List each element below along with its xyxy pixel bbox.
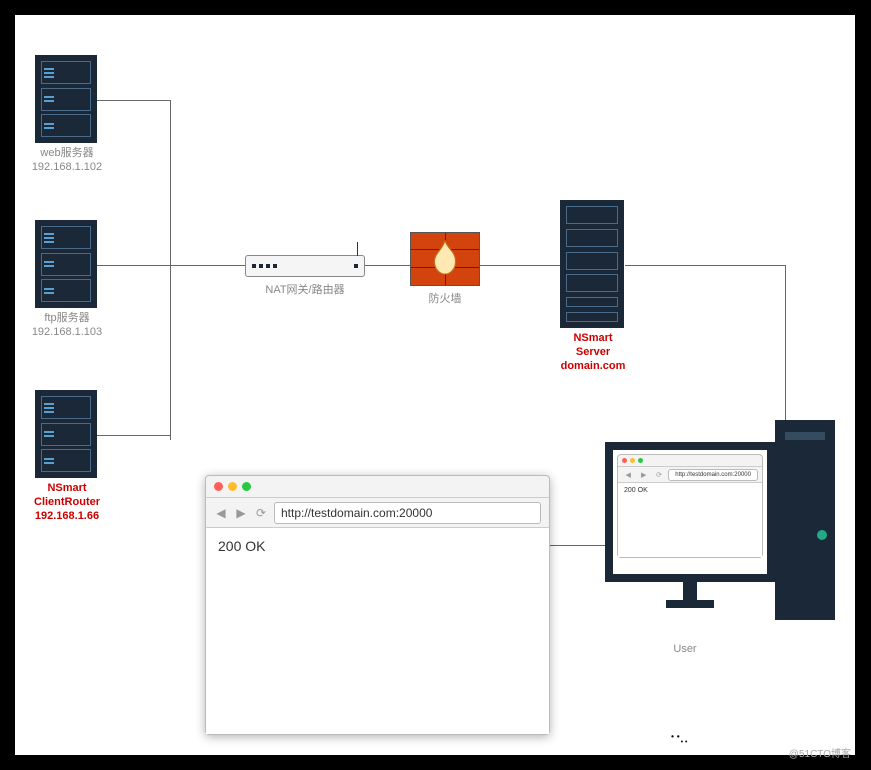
footer-line2: @51CTO博客 [700, 745, 851, 760]
url-bar: http://testdomain.com:20000 [274, 502, 541, 524]
footer-watermark: 公众号 · 追逐时光者 @51CTO博客 [666, 720, 851, 760]
window-min-icon [228, 482, 237, 491]
net-line [365, 265, 410, 266]
net-line [95, 435, 170, 436]
forward-icon: ▶ [637, 468, 649, 482]
net-line [95, 100, 170, 101]
server-client-router-name1: NSmart [7, 482, 127, 496]
server-web-label: web服务器 192.168.1.102 [7, 147, 127, 175]
user-pc: ◀ ▶ ⟳ http://testdomain.com:20000 200 OK [605, 420, 835, 640]
server-web-name: web服务器 [7, 147, 127, 161]
server-nsmart-name1: NSmart [533, 332, 653, 346]
net-line [480, 265, 560, 266]
url-bar-small: http://testdomain.com:20000 [668, 469, 758, 481]
browser-big: ◀ ▶ ⟳ http://testdomain.com:20000 200 OK [205, 475, 550, 735]
server-web [35, 55, 97, 143]
net-line [625, 265, 785, 266]
server-web-ip: 192.168.1.102 [7, 161, 127, 175]
server-ftp [35, 220, 97, 308]
server-client-router [35, 390, 97, 478]
reload-icon: ⟳ [653, 468, 665, 482]
server-nsmart-domain: domain.com [533, 360, 653, 374]
net-line [170, 265, 245, 266]
flame-icon [432, 240, 458, 274]
server-client-router-ip: 192.168.1.66 [7, 510, 127, 524]
browser-body-small: 200 OK [618, 483, 762, 557]
nat-router-label: NAT网关/路由器 [245, 281, 365, 297]
back-icon: ◀ [622, 468, 634, 482]
diagram-canvas: web服务器 192.168.1.102 ftp服务器 192.168.1.10… [15, 15, 855, 755]
net-line [95, 265, 170, 266]
user-label: User [655, 643, 715, 655]
window-close-icon [622, 458, 627, 463]
window-close-icon [214, 482, 223, 491]
power-button-icon [817, 530, 827, 540]
forward-icon: ▶ [234, 506, 248, 520]
window-max-icon [638, 458, 643, 463]
firewall-icon [410, 232, 480, 286]
pc-tower [775, 420, 835, 620]
window-max-icon [242, 482, 251, 491]
server-client-router-name2: ClientRouter [7, 496, 127, 510]
router-antenna-icon [357, 242, 358, 256]
monitor: ◀ ▶ ⟳ http://testdomain.com:20000 200 OK [605, 442, 775, 582]
firewall-label: 防火墙 [410, 290, 480, 306]
reload-icon: ⟳ [254, 506, 268, 520]
net-line [785, 265, 786, 420]
net-line [170, 100, 171, 440]
server-ftp-name: ftp服务器 [7, 312, 127, 326]
browser-small: ◀ ▶ ⟳ http://testdomain.com:20000 200 OK [617, 454, 763, 558]
server-nsmart-label: NSmart Server domain.com [533, 332, 653, 373]
server-nsmart-name2: Server [533, 346, 653, 360]
back-icon: ◀ [214, 506, 228, 520]
window-min-icon [630, 458, 635, 463]
wechat-icon [666, 727, 692, 753]
server-ftp-label: ftp服务器 192.168.1.103 [7, 312, 127, 340]
browser-body: 200 OK [206, 528, 549, 734]
net-line [550, 545, 606, 546]
server-ftp-ip: 192.168.1.103 [7, 326, 127, 340]
server-nsmart [560, 200, 624, 328]
server-client-router-label: NSmart ClientRouter 192.168.1.66 [7, 482, 127, 523]
nat-router [245, 255, 365, 277]
footer-line1: 公众号 · 追逐时光者 [700, 720, 851, 745]
